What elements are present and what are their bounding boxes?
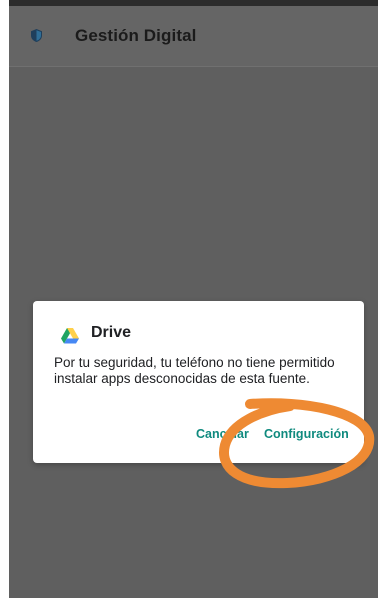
- google-drive-icon: [61, 328, 79, 344]
- dialog-message: Por tu seguridad, tu teléfono no tiene p…: [54, 355, 335, 386]
- shield-icon: [31, 29, 42, 42]
- dialog-title: Drive: [91, 324, 132, 341]
- screen: Gestión Digital Drive Por tu seguridad, …: [9, 0, 378, 598]
- install-blocked-dialog: Drive Por tu seguridad, tu teléfono no t…: [33, 301, 364, 463]
- app-bar: Gestión Digital: [9, 6, 378, 67]
- cancel-button[interactable]: Cancelar: [196, 427, 249, 441]
- app-title: Gestión Digital: [75, 26, 197, 45]
- settings-button[interactable]: Configuración: [264, 427, 349, 441]
